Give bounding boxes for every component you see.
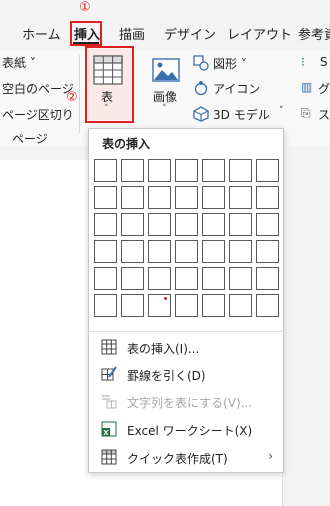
ribbon-tab-strip: ホーム 挿入 描画 デザイン レイアウト 参考資 [0, 0, 330, 50]
grid-cell[interactable] [148, 213, 171, 236]
grid-cell[interactable] [94, 240, 117, 263]
grid-cell[interactable] [94, 186, 117, 209]
tab-draw[interactable]: 描画 [119, 24, 145, 43]
grid-cell[interactable] [202, 159, 225, 182]
cover-page-label: 表紙 [2, 56, 27, 70]
page-break-button[interactable]: ページ区切り [2, 106, 74, 123]
menu-item-label: Excel ワークシート(X) [127, 424, 253, 438]
menu-item-insert-table[interactable]: 表の挿入(I)... [89, 335, 283, 361]
grid-cell[interactable] [256, 186, 279, 209]
grid-cell[interactable] [229, 159, 252, 182]
grid-cell[interactable] [229, 294, 252, 317]
shapes-label: 図形 [213, 57, 238, 71]
grid-cell[interactable] [94, 159, 117, 182]
shapes-button[interactable]: 図形 ˅ [213, 55, 247, 72]
menu-item-label: 文字列を表にする(V)... [127, 396, 253, 410]
blank-page-button[interactable]: 空白のページ [2, 80, 74, 97]
cube-icon [193, 106, 209, 122]
chevron-down-icon: ˅ [279, 106, 284, 116]
menu-item-excel-worksheet[interactable]: X Excel ワークシート(X) [89, 417, 283, 443]
table-insert-icon [101, 339, 117, 355]
table-size-grid[interactable] [94, 159, 284, 321]
grid-cell[interactable] [121, 159, 144, 182]
group-separator [79, 55, 80, 133]
menu-item-label: 罫線を引く(D) [127, 369, 206, 383]
grid-cell[interactable] [148, 240, 171, 263]
grid-cell[interactable] [175, 186, 198, 209]
screenshot-partial-icon: ⎘ [301, 106, 311, 120]
grid-cell[interactable] [148, 294, 171, 317]
grid-cell[interactable] [202, 213, 225, 236]
grid-cell[interactable] [175, 213, 198, 236]
menu-item-draw-table[interactable]: 罫線を引く(D) [89, 362, 283, 388]
grid-cell[interactable] [229, 240, 252, 263]
draw-table-icon [101, 366, 117, 381]
grid-cell[interactable] [256, 159, 279, 182]
3d-models-button[interactable]: 3D モデル [213, 106, 270, 123]
tab-references[interactable]: 参考資 [298, 24, 330, 43]
tab-design[interactable]: デザイン [164, 24, 216, 43]
chart-button-partial[interactable]: グ [318, 80, 330, 97]
grid-cell[interactable] [94, 294, 117, 317]
grid-cell[interactable] [175, 159, 198, 182]
grid-cell[interactable] [175, 294, 198, 317]
panel-title: 表の挿入 [102, 137, 151, 151]
grid-cell[interactable] [256, 267, 279, 290]
grid-cell[interactable] [256, 213, 279, 236]
insert-table-dropdown: 表の挿入 表の挿入(I)... 罫線を引く(D) 文字列を表にする(V)... [88, 128, 284, 473]
grid-cell[interactable] [148, 186, 171, 209]
menu-item-convert-text: 文字列を表にする(V)... [89, 389, 283, 415]
icons-button[interactable]: アイコン [213, 80, 260, 97]
grid-cell[interactable] [202, 267, 225, 290]
chevron-right-icon: › [268, 449, 273, 463]
smartart-partial-icon: ⁝ [301, 55, 305, 69]
callout-step-1: ① [79, 0, 91, 15]
callout-step-2: ② [66, 90, 78, 105]
grid-cell[interactable] [229, 186, 252, 209]
cursor-marker [164, 297, 167, 300]
menu-item-label: クイック表作成(T) [127, 452, 228, 466]
grid-cell[interactable] [121, 240, 144, 263]
tab-home[interactable]: ホーム [22, 24, 61, 43]
grid-cell[interactable] [94, 267, 117, 290]
tab-layout[interactable]: レイアウト [227, 24, 292, 43]
grid-cell[interactable] [175, 240, 198, 263]
image-icon[interactable] [152, 58, 180, 82]
grid-cell[interactable] [148, 159, 171, 182]
grid-cell[interactable] [121, 267, 144, 290]
convert-text-icon [102, 395, 117, 409]
annotation-box-insert-tab [70, 21, 102, 46]
chart-partial-icon: ▥ [301, 80, 313, 94]
grid-cell[interactable] [202, 186, 225, 209]
cover-page-button[interactable]: 表紙 ˅ [2, 54, 36, 71]
icons-icon [194, 81, 208, 96]
grid-cell[interactable] [202, 240, 225, 263]
shapes-icon [193, 55, 209, 71]
grid-cell[interactable] [121, 294, 144, 317]
grid-cell[interactable] [94, 213, 117, 236]
svg-text:X: X [103, 429, 109, 437]
panel-divider [89, 331, 283, 332]
image-button-label[interactable]: 画像 [153, 88, 177, 105]
grid-cell[interactable] [256, 240, 279, 263]
annotation-box-table-button [85, 46, 134, 123]
screenshot-button-partial[interactable]: ス [318, 106, 330, 123]
menu-item-label: 表の挿入(I)... [127, 342, 200, 356]
grid-cell[interactable] [202, 294, 225, 317]
smartart-button-partial[interactable]: S [320, 55, 328, 69]
grid-cell[interactable] [175, 267, 198, 290]
grid-cell[interactable] [148, 267, 171, 290]
grid-cell[interactable] [229, 267, 252, 290]
quick-tables-icon [101, 449, 117, 465]
grid-cell[interactable] [256, 294, 279, 317]
grid-cell[interactable] [229, 213, 252, 236]
grid-cell[interactable] [121, 186, 144, 209]
menu-item-quick-tables[interactable]: クイック表作成(T) › [89, 445, 283, 471]
chevron-down-icon: ˅ [162, 104, 167, 114]
excel-icon: X [101, 421, 117, 437]
grid-cell[interactable] [121, 213, 144, 236]
